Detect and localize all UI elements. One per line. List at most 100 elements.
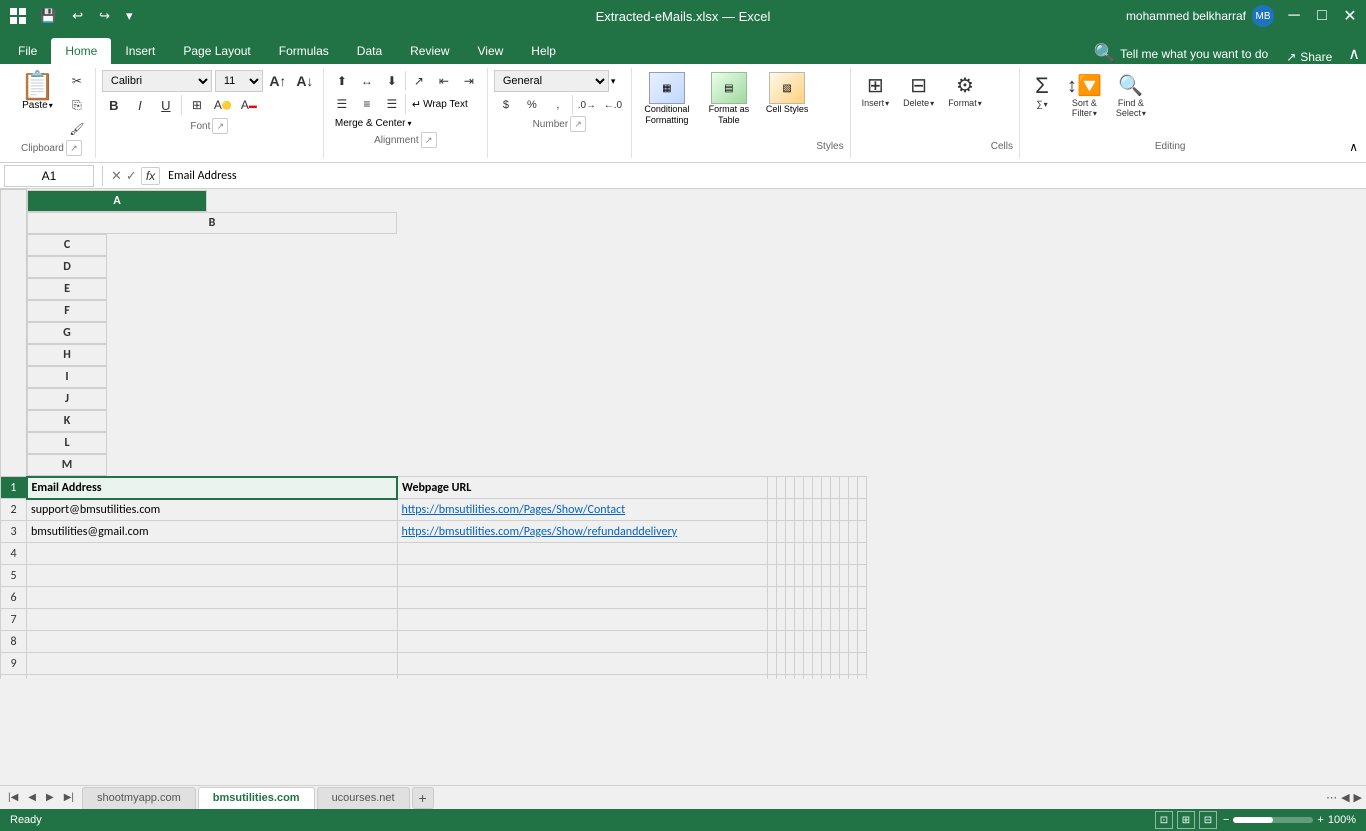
- cell-G6[interactable]: [803, 587, 812, 609]
- row-num-8[interactable]: 8: [1, 631, 27, 653]
- font-expand-btn[interactable]: ↗: [212, 118, 228, 134]
- cell-D6[interactable]: [776, 587, 785, 609]
- cell-K10[interactable]: [839, 675, 848, 680]
- insert-btn[interactable]: ⊞ Insert▾: [857, 70, 895, 111]
- row-num-2[interactable]: 2: [1, 499, 27, 521]
- help-search-icon[interactable]: 🔍: [1094, 43, 1116, 64]
- row-num-5[interactable]: 5: [1, 565, 27, 587]
- close-btn[interactable]: ✕: [1342, 8, 1358, 24]
- cell-I8[interactable]: [821, 631, 830, 653]
- cell-K5[interactable]: [839, 565, 848, 587]
- row-num-6[interactable]: 6: [1, 587, 27, 609]
- cell-G3[interactable]: [803, 521, 812, 543]
- tab-page-layout[interactable]: Page Layout: [169, 38, 264, 64]
- col-header-l[interactable]: L: [27, 432, 107, 454]
- decimal-increase-btn[interactable]: .0→: [575, 94, 599, 116]
- cell-L2[interactable]: [848, 499, 857, 521]
- sheet-options-btn[interactable]: ⋯: [1326, 791, 1337, 804]
- conditional-formatting-btn[interactable]: ▦ Conditional Formatting: [638, 70, 696, 128]
- cell-L3[interactable]: [848, 521, 857, 543]
- cell-C2[interactable]: [767, 499, 776, 521]
- format-as-table-btn[interactable]: ▤ Format as Table: [700, 70, 758, 128]
- number-format-select[interactable]: General: [494, 70, 609, 92]
- cell-H10[interactable]: [812, 675, 821, 680]
- cell-F9[interactable]: [794, 653, 803, 675]
- cell-M5[interactable]: [857, 565, 866, 587]
- cell-K3[interactable]: [839, 521, 848, 543]
- col-header-i[interactable]: I: [27, 366, 107, 388]
- cell-J4[interactable]: [830, 543, 839, 565]
- cell-B3[interactable]: https://bmsutilities.com/Pages/Show/refu…: [397, 521, 767, 543]
- cell-H6[interactable]: [812, 587, 821, 609]
- cell-F6[interactable]: [794, 587, 803, 609]
- border-btn[interactable]: ⊞: [185, 94, 209, 116]
- undo-qat-btn[interactable]: ↩: [68, 6, 87, 26]
- cell-J10[interactable]: [830, 675, 839, 680]
- cell-M3[interactable]: [857, 521, 866, 543]
- cell-A5[interactable]: [27, 565, 398, 587]
- cell-I1[interactable]: [821, 477, 830, 499]
- tab-review[interactable]: Review: [396, 38, 463, 64]
- cell-G10[interactable]: [803, 675, 812, 680]
- zoom-out-btn[interactable]: −: [1223, 814, 1229, 826]
- cell-F8[interactable]: [794, 631, 803, 653]
- cell-G2[interactable]: [803, 499, 812, 521]
- cell-B4[interactable]: [397, 543, 767, 565]
- font-decrease-btn[interactable]: A↓: [293, 70, 317, 92]
- cell-F3[interactable]: [794, 521, 803, 543]
- font-name-select[interactable]: Calibri: [102, 70, 212, 92]
- sheet-scroll-right-btn[interactable]: ▶: [1354, 791, 1362, 804]
- number-format-expand[interactable]: ▾: [611, 76, 616, 87]
- cell-E1[interactable]: [785, 477, 794, 499]
- col-header-a[interactable]: A: [27, 190, 207, 212]
- cell-C6[interactable]: [767, 587, 776, 609]
- cell-F4[interactable]: [794, 543, 803, 565]
- cell-A4[interactable]: [27, 543, 398, 565]
- cell-L4[interactable]: [848, 543, 857, 565]
- cell-B7[interactable]: [397, 609, 767, 631]
- col-header-e[interactable]: E: [27, 278, 107, 300]
- sheet-scroll-left-btn[interactable]: ◀: [1341, 791, 1349, 804]
- grid-wrapper[interactable]: A B C D E F G H I J K L M: [0, 189, 1366, 679]
- cell-H8[interactable]: [812, 631, 821, 653]
- comma-btn[interactable]: ,: [546, 94, 570, 116]
- cell-C1[interactable]: [767, 477, 776, 499]
- col-header-d[interactable]: D: [27, 256, 107, 278]
- cell-C10[interactable]: [767, 675, 776, 680]
- cell-A6[interactable]: [27, 587, 398, 609]
- sum-btn[interactable]: Σ ∑▾: [1026, 70, 1058, 112]
- tab-view[interactable]: View: [464, 38, 518, 64]
- sheet-tab-shootmyapp[interactable]: shootmyapp.com: [82, 787, 196, 809]
- cell-G1[interactable]: [803, 477, 812, 499]
- first-sheet-btn[interactable]: |◀: [4, 790, 22, 805]
- cell-L6[interactable]: [848, 587, 857, 609]
- wrap-text-btn[interactable]: ↵ Wrap Text: [407, 96, 473, 113]
- cell-F7[interactable]: [794, 609, 803, 631]
- cell-C5[interactable]: [767, 565, 776, 587]
- formula-confirm-btn[interactable]: ✓: [126, 168, 137, 184]
- cell-E7[interactable]: [785, 609, 794, 631]
- cell-H5[interactable]: [812, 565, 821, 587]
- number-expand-btn[interactable]: ↗: [570, 116, 586, 132]
- cell-B2[interactable]: https://bmsutilities.com/Pages/Show/Cont…: [397, 499, 767, 521]
- redo-qat-btn[interactable]: ↪: [95, 6, 114, 26]
- name-box[interactable]: [4, 165, 94, 187]
- col-header-g[interactable]: G: [27, 322, 107, 344]
- font-size-select[interactable]: 11: [215, 70, 263, 92]
- cell-J7[interactable]: [830, 609, 839, 631]
- cell-K8[interactable]: [839, 631, 848, 653]
- cell-I9[interactable]: [821, 653, 830, 675]
- cell-B8[interactable]: [397, 631, 767, 653]
- align-left-btn[interactable]: ☰: [330, 93, 354, 115]
- sort-filter-btn[interactable]: ↕🔽 Sort & Filter▾: [1062, 70, 1107, 121]
- cell-D4[interactable]: [776, 543, 785, 565]
- italic-btn[interactable]: I: [128, 94, 152, 116]
- cell-M8[interactable]: [857, 631, 866, 653]
- col-header-f[interactable]: F: [27, 300, 107, 322]
- cell-D1[interactable]: [776, 477, 785, 499]
- last-sheet-btn[interactable]: ▶|: [60, 790, 78, 805]
- cell-H2[interactable]: [812, 499, 821, 521]
- cell-M10[interactable]: [857, 675, 866, 680]
- cell-A1[interactable]: Email Address: [27, 477, 398, 499]
- cell-M7[interactable]: [857, 609, 866, 631]
